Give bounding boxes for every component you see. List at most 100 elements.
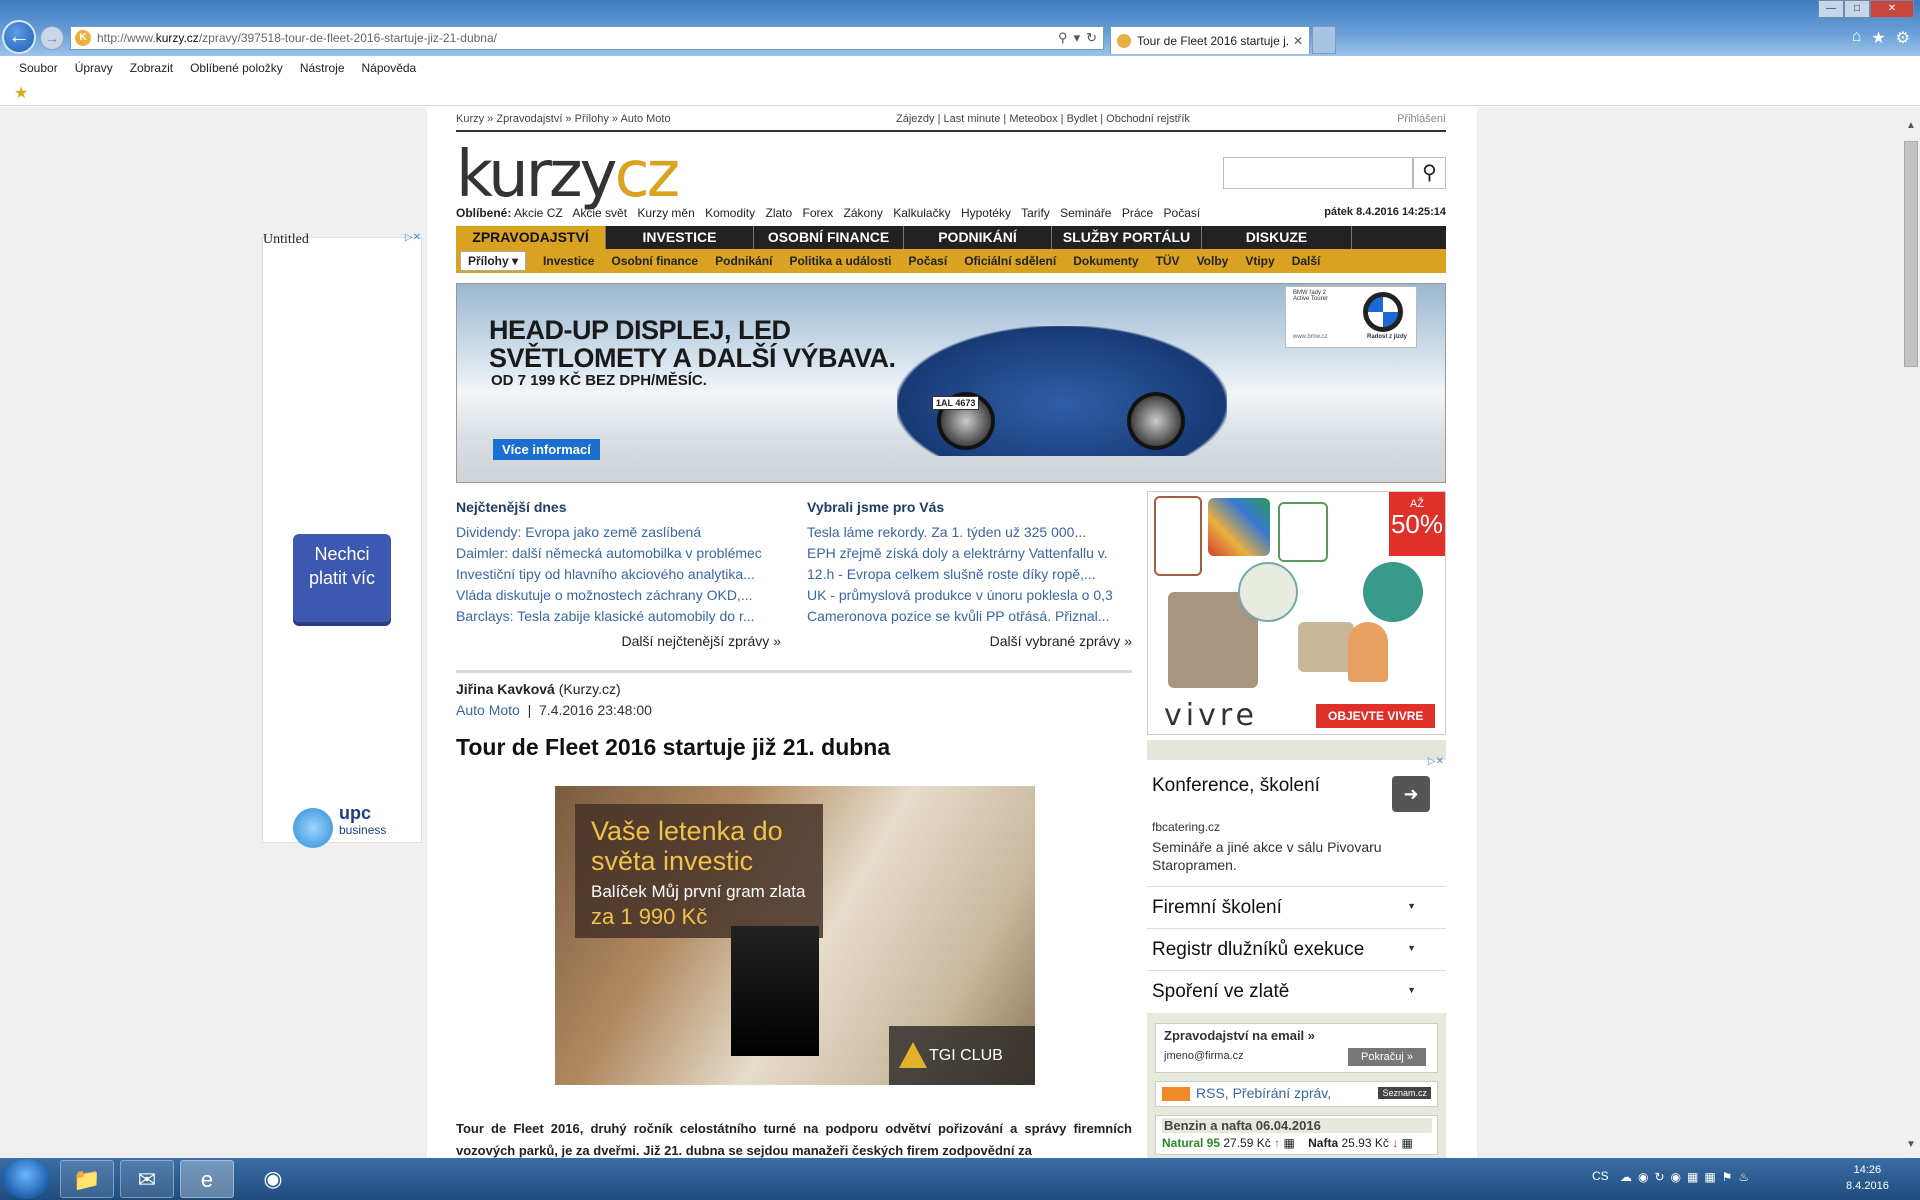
fav-link[interactable]: Forex <box>803 206 834 220</box>
new-tab-button[interactable] <box>1312 26 1336 54</box>
forward-button[interactable]: → <box>40 26 64 50</box>
list-item[interactable]: Daimler: další německá automobilka v pro… <box>456 543 781 564</box>
minimize-icon[interactable]: — <box>1818 0 1844 18</box>
fav-link[interactable]: Práce <box>1122 206 1153 220</box>
subnav-item[interactable]: Další <box>1292 254 1321 268</box>
login-link[interactable]: Přihlášení <box>1397 113 1446 125</box>
system-tray-icons[interactable]: ☁◉↻◉▦▦⚑♨ <box>1620 1170 1755 1184</box>
accordion-firemni-skoleni[interactable]: Firemní školení ▼ <box>1147 886 1446 927</box>
article-category-link[interactable]: Auto Moto <box>456 702 520 718</box>
list-item[interactable]: UK - průmyslová produkce v únoru poklesl… <box>807 585 1132 606</box>
more-most-read-link[interactable]: Další nejčtenější zprávy » <box>456 633 781 649</box>
chart-icon[interactable]: ▦ <box>1283 1136 1294 1150</box>
menu-tools[interactable]: Nástroje <box>300 61 345 75</box>
list-item[interactable]: Dividendy: Evropa jako země zaslíbená <box>456 522 781 543</box>
bmw-banner-ad[interactable]: HEAD-UP DISPLEJ, LED SVĚTLOMETY A DALŠÍ V… <box>456 283 1446 483</box>
newsletter-submit-button[interactable]: Pokračuj » <box>1348 1048 1426 1066</box>
left-ad-button[interactable]: Nechci platit víc <box>293 534 391 622</box>
subnav-item[interactable]: Osobní finance <box>611 254 698 268</box>
top-links[interactable]: Zájezdy | Last minute | Meteobox | Bydle… <box>896 113 1190 125</box>
home-icon[interactable]: ⌂ <box>1852 28 1862 48</box>
nav-diskuze[interactable]: DISKUZE <box>1202 226 1352 249</box>
scroll-up-icon[interactable]: ▲ <box>1902 117 1920 135</box>
ad-choices-icon[interactable]: ▷✕ <box>405 232 421 243</box>
conference-ad[interactable]: ▷✕ Konference, školení ➜ fbcatering.cz S… <box>1147 756 1446 874</box>
menu-view[interactable]: Zobrazit <box>130 61 173 75</box>
site-logo[interactable]: kurzycz <box>456 143 680 207</box>
vertical-scrollbar[interactable]: ▲ ▼ <box>1902 107 1920 1158</box>
left-ad[interactable]: Untitled ▷✕ Nechci platit víc upc busine… <box>262 232 422 848</box>
picked-title[interactable]: Vybrali jsme pro Vás <box>807 499 1132 515</box>
scroll-down-icon[interactable]: ▼ <box>1902 1136 1920 1154</box>
accordion-sporeni-ve-zlate[interactable]: Spoření ve zlatě ▼ <box>1147 970 1446 1011</box>
add-favorite-icon[interactable]: ★ <box>14 83 28 103</box>
list-item[interactable]: Vláda diskutuje o možnostech záchrany OK… <box>456 585 781 606</box>
address-bar[interactable]: K http://www.kurzy.cz/zpravy/397518-tour… <box>70 26 1104 50</box>
newsletter-title[interactable]: Zpravodajství na email » <box>1164 1028 1315 1043</box>
nav-podnikani[interactable]: PODNIKÁNÍ <box>904 226 1052 249</box>
address-url[interactable]: http://www.kurzy.cz/zpravy/397518-tour-d… <box>97 31 1058 45</box>
close-tab-icon[interactable]: ✕ <box>1293 34 1303 48</box>
scroll-thumb[interactable] <box>1904 141 1918 367</box>
fav-link[interactable]: Zákony <box>844 206 883 220</box>
fav-link[interactable]: Zlato <box>765 206 792 220</box>
subnav-item[interactable]: Podnikání <box>715 254 772 268</box>
list-item[interactable]: Tesla láme rekordy. Za 1. týden už 325 0… <box>807 522 1132 543</box>
subnav-prilohy[interactable]: Přílohy ▾ <box>460 251 527 271</box>
list-item[interactable]: Barclays: Tesla zabije klasické automobi… <box>456 606 781 627</box>
breadcrumb[interactable]: Kurzy » Zpravodajství » Přílohy » Auto M… <box>456 113 671 125</box>
most-read-title[interactable]: Nejčtenější dnes <box>456 499 781 515</box>
accordion-registr-dluzniku[interactable]: Registr dlužníků exekuce ▼ <box>1147 928 1446 969</box>
rss-box[interactable]: RSS, Přebírání zpráv, Seznam.cz <box>1155 1081 1438 1107</box>
start-button[interactable] <box>2 1159 50 1199</box>
menu-file[interactable]: Soubor <box>19 61 58 75</box>
subnav-item[interactable]: Počasí <box>908 254 947 268</box>
fav-link[interactable]: Tarify <box>1021 206 1050 220</box>
search-icon[interactable]: ⚲ <box>1058 30 1068 46</box>
subnav-item[interactable]: Volby <box>1197 254 1229 268</box>
favorites-star-icon[interactable]: ★ <box>1871 28 1885 48</box>
mail-taskbar-icon[interactable]: ✉ <box>120 1160 174 1198</box>
fav-link[interactable]: Komodity <box>705 206 755 220</box>
browser-tab[interactable]: Tour de Fleet 2016 startuje j... ✕ <box>1110 26 1310 54</box>
conference-title[interactable]: Konference, školení <box>1152 775 1320 797</box>
subnav-item[interactable]: Oficiální sdělení <box>964 254 1056 268</box>
close-window-icon[interactable]: ✕ <box>1870 0 1914 18</box>
fav-link[interactable]: Počasí <box>1164 206 1201 220</box>
list-item[interactable]: Cameronova pozice se kvůli PP otřásá. Př… <box>807 606 1132 627</box>
seznam-badge[interactable]: Seznam.cz <box>1378 1087 1431 1099</box>
fav-link[interactable]: Kurzy měn <box>637 206 694 220</box>
internet-explorer-taskbar-icon[interactable]: e <box>180 1160 234 1198</box>
nav-sluzby-portalu[interactable]: SLUŽBY PORTÁLU <box>1052 226 1202 249</box>
list-item[interactable]: Investiční tipy od hlavního akciového an… <box>456 564 781 585</box>
language-indicator[interactable]: CS <box>1592 1169 1609 1183</box>
nav-zpravodajstvi[interactable]: ZPRAVODAJSTVÍ <box>456 226 606 249</box>
more-picked-link[interactable]: Další vybrané zprávy » <box>807 633 1132 649</box>
explorer-taskbar-icon[interactable]: 📁 <box>60 1160 114 1198</box>
vivre-cta-button[interactable]: OBJEVTE VIVRE <box>1316 704 1436 728</box>
firefox-taskbar-icon[interactable]: ◉ <box>246 1160 300 1198</box>
fav-link[interactable]: Akcie svět <box>572 206 627 220</box>
search-icon[interactable]: ⚲ <box>1413 157 1446 189</box>
refresh-icon[interactable]: ↻ <box>1086 30 1097 46</box>
search-input[interactable] <box>1223 157 1413 189</box>
nav-osobni-finance[interactable]: OSOBNÍ FINANCE <box>754 226 904 249</box>
list-item[interactable]: EPH zřejmě získá doly a elektrárny Vatte… <box>807 543 1132 564</box>
fav-link[interactable]: Semináře <box>1060 206 1111 220</box>
subnav-item[interactable]: Politika a události <box>789 254 891 268</box>
banner-more-info-button[interactable]: Více informací <box>493 439 600 460</box>
nav-investice[interactable]: INVESTICE <box>606 226 754 249</box>
settings-gear-icon[interactable]: ⚙ <box>1896 28 1910 48</box>
menu-favorites[interactable]: Oblíbené položky <box>190 61 283 75</box>
taskbar-clock[interactable]: 14:26 8.4.2016 <box>1846 1162 1889 1194</box>
chart-icon[interactable]: ▦ <box>1402 1136 1413 1150</box>
newsletter-email-field[interactable]: jmeno@firma.cz <box>1164 1050 1344 1062</box>
ad-choices-icon[interactable]: ▷✕ <box>1428 756 1444 767</box>
fav-link[interactable]: Akcie CZ <box>514 206 563 220</box>
fav-link[interactable]: Hypotéky <box>961 206 1011 220</box>
list-item[interactable]: 12.h - Evropa celkem slušně roste díky r… <box>807 564 1132 585</box>
back-button[interactable]: ← <box>2 20 36 54</box>
dropdown-icon[interactable]: ▾ <box>1074 30 1081 46</box>
subnav-item[interactable]: Investice <box>543 254 594 268</box>
article-ad-image[interactable]: Vaše letenka do světa investic Balíček M… <box>555 786 1035 1085</box>
